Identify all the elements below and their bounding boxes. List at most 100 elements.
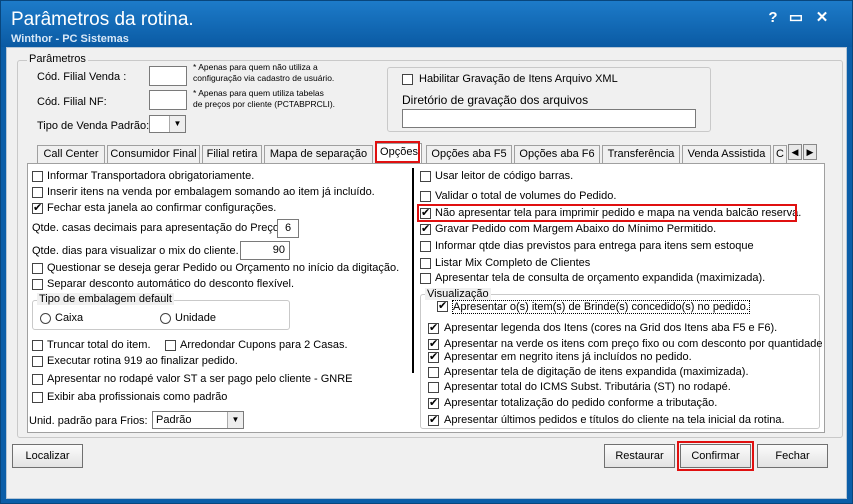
chk-embalagem[interactable] — [32, 187, 43, 198]
lbl-consulta-orc: Apresentar tela de consulta de orçamento… — [435, 272, 766, 284]
lbl-caixa: Caixa — [55, 312, 84, 324]
tab-scroll-left-icon[interactable]: ◀ — [788, 144, 802, 160]
lbl-listar-mix: Listar Mix Completo de Clientes — [435, 257, 591, 269]
chk-gravar-margem[interactable] — [420, 222, 431, 235]
chk-informar-dias[interactable] — [420, 241, 431, 252]
lbl-rotina919: Executar rotina 919 ao finalizar pedido. — [47, 355, 238, 367]
tipo-emb-label: Tipo de embalagem default — [37, 293, 174, 305]
tab-filial-retira[interactable]: Filial retira — [202, 145, 262, 163]
lbl-gravar-margem: Gravar Pedido com Margem Abaixo do Mínim… — [435, 223, 717, 235]
chk-truncar[interactable] — [32, 340, 43, 351]
chk-rotina919[interactable] — [32, 356, 43, 367]
chk-verde[interactable] — [428, 337, 439, 350]
chk-transportadora[interactable] — [32, 171, 43, 182]
panel-divider — [412, 168, 414, 373]
confirmar-highlight — [677, 441, 754, 471]
chk-totalizacao[interactable] — [428, 396, 439, 409]
chk-questionar[interactable] — [32, 263, 43, 274]
casas-input[interactable]: 6 — [277, 219, 299, 238]
chk-brinde[interactable] — [437, 299, 448, 312]
help-icon[interactable]: ? — [764, 9, 782, 27]
lbl-embalagem: Inserir itens na venda por embalagem som… — [47, 186, 375, 198]
chk-icms[interactable] — [428, 382, 439, 393]
tab-scroll-right-icon[interactable]: ▶ — [803, 144, 817, 160]
lbl-questionar: Questionar se deseja gerar Pedido ou Orç… — [47, 262, 400, 274]
filial-nf-note-2: de preços por cliente (PCTABPRCLI). — [193, 99, 336, 109]
xml-checkbox[interactable] — [402, 74, 413, 85]
chk-legenda[interactable] — [428, 321, 439, 334]
window-title: Parâmetros da rotina. — [11, 9, 194, 30]
filial-venda-note-1: * Apenas para quem não utiliza a — [193, 62, 318, 72]
nao-apresentar-highlight — [417, 204, 797, 222]
frios-select[interactable]: Padrão ▼ — [152, 411, 244, 429]
tab-call-center[interactable]: Call Center — [37, 145, 105, 163]
restaurar-button[interactable]: Restaurar — [604, 444, 675, 468]
chk-digitacao[interactable] — [428, 367, 439, 378]
client-area: Parâmetros Cód. Filial Venda : * Apenas … — [6, 47, 847, 499]
filial-nf-note-1: * Apenas para quem utiliza tabelas — [193, 88, 324, 98]
chk-arredondar[interactable] — [165, 340, 176, 351]
lbl-brinde: Apresentar o(s) item(s) de Brinde(s) con… — [452, 300, 750, 314]
lbl-negrito: Apresentar em negrito itens já incluídos… — [444, 351, 692, 363]
dir-label: Diretório de gravação dos arquivos — [402, 93, 589, 107]
title-bar: Parâmetros da rotina. Winthor - PC Siste… — [1, 1, 852, 47]
filial-venda-input[interactable] — [149, 66, 187, 86]
lbl-informar-dias: Informar qtde dias previstos para entreg… — [435, 240, 754, 252]
lbl-ultimos: Apresentar últimos pedidos e títulos do … — [444, 414, 785, 426]
opcoes-tab-highlight — [375, 141, 420, 163]
tab-opcoes-f6[interactable]: Opções aba F6 — [514, 145, 600, 163]
lbl-arredondar: Arredondar Cupons para 2 Casas. — [180, 339, 348, 351]
filial-venda-note-2: configuração via cadastro de usuário. — [193, 73, 335, 83]
lbl-unidade: Unidade — [175, 312, 216, 324]
tab-overflow[interactable]: C — [773, 145, 787, 163]
dias-label: Qtde. dias para visualizar o mix do clie… — [32, 245, 239, 257]
lbl-separar: Separar desconto automático do desconto … — [47, 278, 295, 290]
lbl-digitacao: Apresentar tela de digitação de itens ex… — [444, 366, 749, 378]
chevron-down-icon[interactable]: ▼ — [227, 412, 243, 428]
tipo-venda-label: Tipo de Venda Padrão: — [37, 120, 150, 132]
lbl-rodape-st: Apresentar no rodapé valor ST a ser pago… — [47, 373, 353, 385]
dir-input[interactable] — [402, 109, 696, 128]
tab-consumidor-final[interactable]: Consumidor Final — [107, 145, 200, 163]
lbl-icms: Apresentar total do ICMS Subst. Tributár… — [444, 381, 731, 393]
close-icon[interactable]: ✕ — [813, 9, 831, 27]
chk-leitor[interactable] — [420, 171, 431, 182]
casas-label: Qtde. casas decimais para apresentação d… — [32, 222, 283, 234]
lbl-fechar: Fechar esta janela ao confirmar configur… — [47, 202, 277, 214]
restore-icon[interactable]: ▭ — [787, 9, 805, 27]
frios-value: Padrão — [156, 414, 192, 426]
filial-venda-label: Cód. Filial Venda : — [37, 71, 127, 83]
radio-unidade[interactable] — [160, 313, 171, 324]
filial-nf-label: Cód. Filial NF: — [37, 96, 107, 108]
radio-caixa[interactable] — [40, 313, 51, 324]
lbl-leitor: Usar leitor de código barras. — [435, 170, 574, 182]
lbl-totalizacao: Apresentar totalização do pedido conform… — [444, 397, 718, 409]
chk-fechar[interactable] — [32, 201, 43, 214]
fechar-button[interactable]: Fechar — [757, 444, 828, 468]
visualizacao-label: Visualização — [425, 288, 491, 300]
chevron-down-icon[interactable]: ▼ — [169, 116, 185, 132]
chk-exibir-aba[interactable] — [32, 392, 43, 403]
tab-venda-assistida[interactable]: Venda Assistida — [682, 145, 771, 163]
chk-separar[interactable] — [32, 279, 43, 290]
lbl-transportadora: Informar Transportadora obrigatoriamente… — [47, 170, 255, 182]
chk-consulta-orc[interactable] — [420, 273, 431, 284]
chk-negrito[interactable] — [428, 350, 439, 363]
xml-label: Habilitar Gravação de Itens Arquivo XML — [419, 73, 618, 85]
chk-ultimos[interactable] — [428, 413, 439, 426]
parametros-window: Parâmetros da rotina. Winthor - PC Siste… — [0, 0, 853, 504]
tipo-venda-select[interactable]: ▼ — [149, 115, 186, 133]
localizar-button[interactable]: Localizar — [12, 444, 83, 468]
lbl-verde: Apresentar na verde os itens com preço f… — [444, 338, 823, 350]
chk-listar-mix[interactable] — [420, 258, 431, 269]
lbl-truncar: Truncar total do item. — [47, 339, 151, 351]
filial-nf-input[interactable] — [149, 90, 187, 110]
chk-validar[interactable] — [420, 191, 431, 202]
lbl-exibir-aba: Exibir aba profissionais como padrão — [47, 391, 228, 403]
tab-transferencia[interactable]: Transferência — [602, 145, 680, 163]
tab-mapa-separacao[interactable]: Mapa de separação — [264, 145, 373, 163]
chk-rodape-st[interactable] — [32, 374, 43, 385]
dias-input[interactable]: 90 — [240, 241, 290, 260]
tab-opcoes-f5[interactable]: Opções aba F5 — [426, 145, 512, 163]
frios-label: Unid. padrão para Frios: — [29, 415, 148, 427]
